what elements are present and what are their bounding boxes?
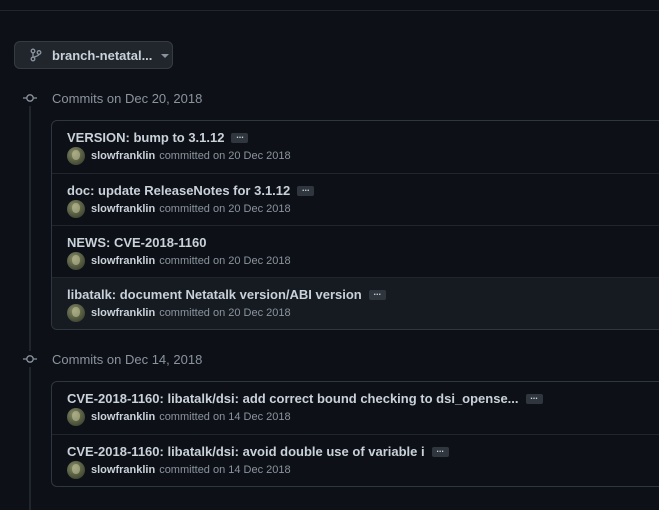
author-link[interactable]: slowfranklin (91, 307, 155, 319)
avatar[interactable] (67, 200, 85, 218)
git-commit-icon (22, 351, 38, 367)
commit-group-header: Commits on Dec 14, 2018 (22, 351, 202, 367)
author-link[interactable]: slowfranklin (91, 150, 155, 162)
commit-message-link[interactable]: CVE-2018-1160: libatalk/dsi: avoid doubl… (67, 444, 425, 459)
commit-message-link[interactable]: doc: update ReleaseNotes for 3.1.12 (67, 183, 290, 198)
commit-date: committed on 20 Dec 2018 (159, 255, 291, 267)
avatar[interactable] (67, 408, 85, 426)
expand-message-button[interactable]: ... (431, 444, 449, 457)
commit-date: committed on 20 Dec 2018 (159, 203, 291, 215)
avatar[interactable] (67, 252, 85, 270)
avatar[interactable] (67, 461, 85, 479)
author-link[interactable]: slowfranklin (91, 255, 155, 267)
commit-date: committed on 20 Dec 2018 (159, 307, 291, 319)
commit-group-header: Commits on Dec 20, 2018 (22, 90, 202, 106)
commit-message-link[interactable]: NEWS: CVE-2018-1160 (67, 235, 206, 250)
commit-group-title: Commits on Dec 20, 2018 (52, 90, 203, 106)
commit-date: committed on 20 Dec 2018 (159, 150, 291, 162)
author-link[interactable]: slowfranklin (91, 464, 155, 476)
commit-message-link[interactable]: CVE-2018-1160: libatalk/dsi: add correct… (67, 391, 519, 406)
commit-row[interactable]: libatalk: document Netatalk version/ABI … (52, 277, 659, 329)
expand-message-button[interactable]: ... (368, 287, 386, 300)
expand-message-button[interactable]: ... (231, 130, 249, 143)
commit-message-link[interactable]: VERSION: bump to 3.1.12 (67, 130, 224, 145)
chevron-down-icon (161, 54, 170, 58)
branch-label: branch-netatal... (52, 47, 153, 63)
branch-select-button[interactable]: branch-netatal... (14, 41, 173, 69)
commit-list: CVE-2018-1160: libatalk/dsi: add correct… (51, 381, 659, 487)
commit-row[interactable]: doc: update ReleaseNotes for 3.1.12 ... … (52, 173, 659, 225)
author-link[interactable]: slowfranklin (91, 203, 155, 215)
commit-date: committed on 14 Dec 2018 (159, 464, 291, 476)
git-branch-icon (30, 48, 42, 62)
top-divider (0, 10, 659, 11)
commit-row[interactable]: VERSION: bump to 3.1.12 ... slowfranklin… (52, 121, 659, 173)
expand-message-button[interactable]: ... (297, 183, 315, 196)
author-link[interactable]: slowfranklin (91, 411, 155, 423)
commit-date: committed on 14 Dec 2018 (159, 411, 291, 423)
avatar[interactable] (67, 147, 85, 165)
git-commit-icon (22, 90, 38, 106)
expand-message-button[interactable]: ... (525, 391, 543, 404)
commit-list: VERSION: bump to 3.1.12 ... slowfranklin… (51, 120, 659, 330)
avatar[interactable] (67, 304, 85, 322)
commit-row[interactable]: CVE-2018-1160: libatalk/dsi: add correct… (52, 382, 659, 434)
commit-row[interactable]: CVE-2018-1160: libatalk/dsi: avoid doubl… (52, 434, 659, 486)
timeline-line (29, 90, 31, 510)
commit-group-title: Commits on Dec 14, 2018 (52, 351, 203, 367)
commit-message-link[interactable]: libatalk: document Netatalk version/ABI … (67, 287, 362, 302)
commit-row[interactable]: NEWS: CVE-2018-1160 slowfranklin committ… (52, 225, 659, 277)
